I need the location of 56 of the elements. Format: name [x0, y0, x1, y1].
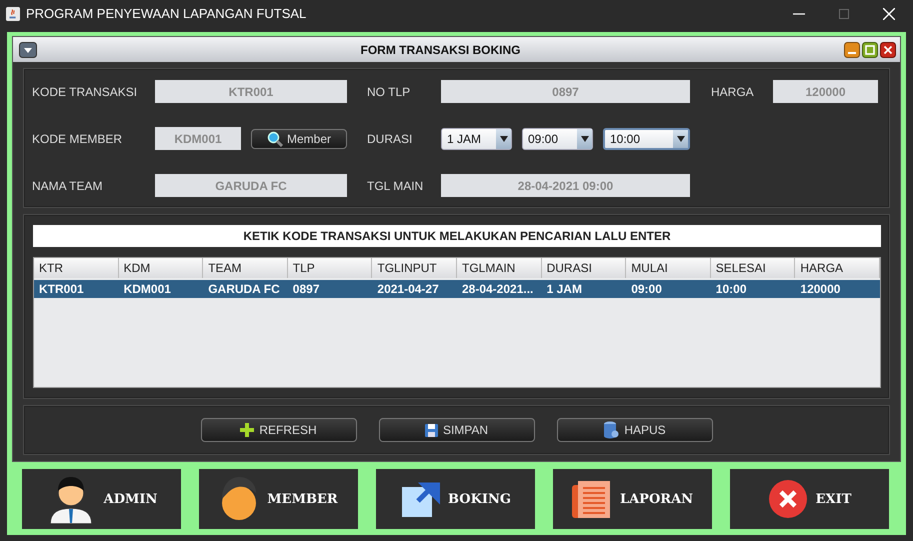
- column-header[interactable]: HARGA: [795, 258, 880, 278]
- caret-icon: [500, 136, 508, 142]
- table-row[interactable]: KTR001 KDM001 GARUDA FC 0897 2021-04-27 28-04-2021... 1 JAM 09:00 10:00 120000: [34, 280, 880, 298]
- nav-button[interactable]: MEMBER: [199, 469, 358, 529]
- dropdown[interactable]: 09:00: [522, 128, 593, 150]
- field-label: KODE TRANSAKSI: [32, 84, 138, 98]
- frame-title: FORM TRANSAKSI BOKING: [360, 42, 522, 56]
- column-header[interactable]: TGLINPUT: [372, 258, 457, 278]
- table-cell-text: 28-04-2021...: [460, 282, 534, 296]
- caret-icon: [580, 136, 588, 142]
- table-cell-text: 09:00: [630, 282, 663, 296]
- field-label: HARGA: [711, 84, 755, 98]
- search-icon: [266, 130, 283, 146]
- column-header[interactable]: TLP: [288, 258, 372, 278]
- nav-button[interactable]: LAPORAN: [553, 469, 712, 529]
- table-cell-text: 120000: [799, 282, 842, 296]
- table-cell-text: 10:00: [714, 282, 748, 296]
- window-title: PROGRAM PENYEWAAN LAPANGAN FUTSAL: [26, 6, 308, 21]
- java-app-icon: [6, 6, 20, 20]
- column-header[interactable]: KDM: [118, 258, 204, 278]
- column-header[interactable]: SELESAI: [710, 258, 796, 278]
- close-icon[interactable]: [880, 42, 896, 58]
- plus-icon: [240, 423, 254, 437]
- field-label: KODE MEMBER: [32, 132, 124, 146]
- column-header[interactable]: TEAM: [203, 258, 288, 278]
- field-label: NAMA TEAM: [32, 178, 104, 192]
- nav-button[interactable]: ADMIN: [22, 469, 181, 529]
- field-label: NO TLP: [367, 84, 412, 98]
- column-header[interactable]: KTR: [34, 258, 119, 278]
- search-field[interactable]: KETIK KODE TRANSAKSI UNTUK MELAKUKAN PENCARIAN LALU ENTER: [33, 225, 881, 247]
- column-header[interactable]: MULAI: [626, 258, 711, 278]
- table-cell-text: 2021-04-27: [376, 282, 440, 296]
- table-cell-text: 1 JAM: [546, 282, 583, 296]
- table-cell-text: GARUDA FC: [207, 282, 281, 296]
- field-label: DURASI: [367, 132, 414, 146]
- close-icon: [768, 479, 808, 519]
- dropdown[interactable]: 1 JAM: [441, 128, 512, 150]
- action-button[interactable]: REFRESH: [200, 418, 356, 442]
- nav-button[interactable]: BOKING: [376, 469, 535, 529]
- column-header[interactable]: DURASI: [542, 258, 626, 278]
- caret-icon: [676, 136, 684, 142]
- action-button[interactable]: SIMPAN: [378, 418, 534, 442]
- nav-button[interactable]: EXIT: [730, 469, 889, 529]
- column-header[interactable]: TGLMAIN: [456, 258, 542, 278]
- report-icon: [572, 479, 612, 519]
- action-button[interactable]: HAPUS: [556, 418, 712, 442]
- menu-icon[interactable]: [19, 42, 37, 58]
- table-cell-text: 0897: [292, 282, 320, 296]
- table-cell-text: KDM001: [122, 282, 172, 296]
- database-icon: [603, 421, 620, 439]
- table-cell-text: KTR001: [38, 282, 85, 296]
- minimize-icon[interactable]: [844, 42, 860, 58]
- dropdown[interactable]: 10:00: [603, 128, 690, 150]
- member-button[interactable]: Member: [251, 128, 347, 148]
- field-label: TGL MAIN: [367, 178, 424, 192]
- maximize-icon[interactable]: [862, 42, 878, 58]
